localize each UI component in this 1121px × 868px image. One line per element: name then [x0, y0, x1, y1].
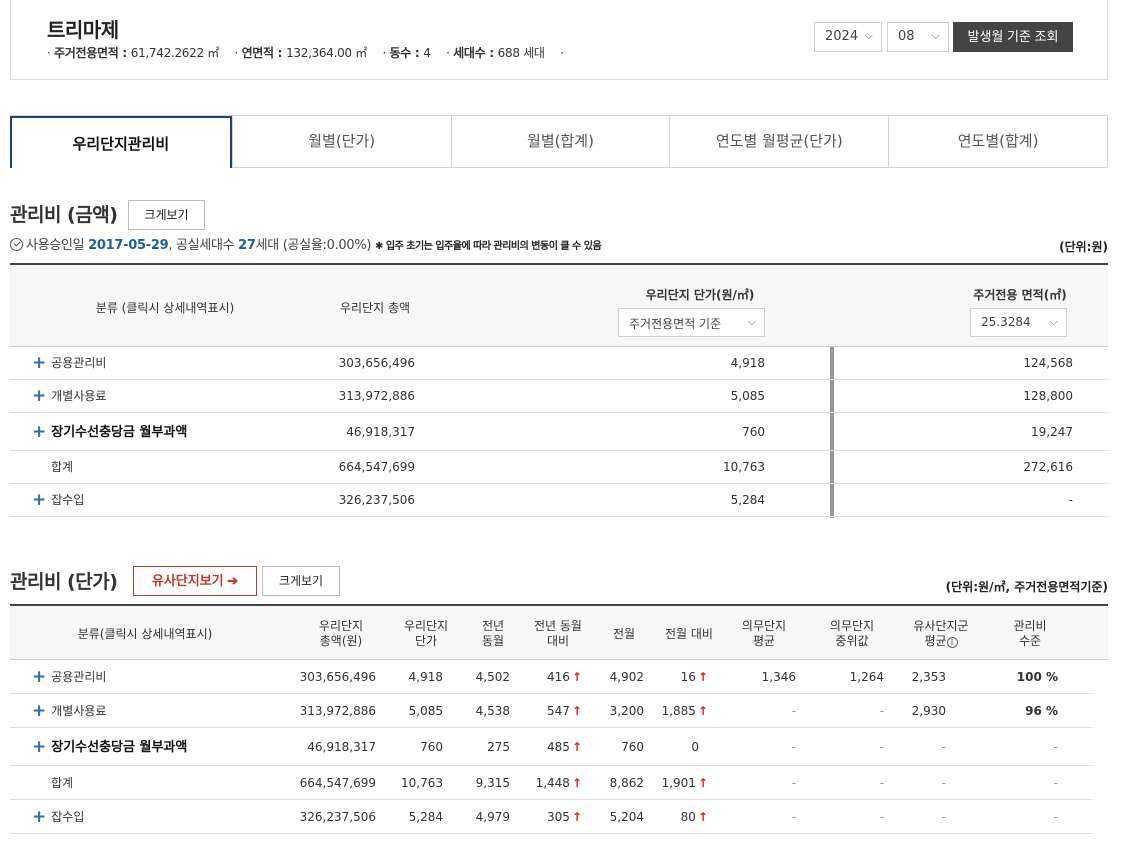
chevron-down-icon: ⌵: [747, 315, 756, 328]
enlarge-button-2[interactable]: 크게보기: [262, 566, 340, 596]
tab-yearly-total[interactable]: 연도별(합계): [888, 116, 1107, 168]
expand-plus-icon[interactable]: +: [32, 490, 46, 510]
chevron-down-icon: ⌵: [864, 29, 873, 42]
arrow-up-icon: ↑: [697, 670, 708, 684]
expand-plus-icon[interactable]: +: [32, 422, 46, 442]
expand-plus-icon[interactable]: +: [32, 667, 46, 687]
arrow-up-icon: ↑: [697, 776, 708, 790]
expand-plus-icon[interactable]: +: [32, 737, 46, 757]
tab-monthly-unit[interactable]: 월별(단가): [231, 116, 451, 168]
info-icon[interactable]: i: [946, 637, 958, 648]
chevron-down-icon: ⌵: [1049, 315, 1058, 328]
arrow-up-icon: ↑: [571, 670, 582, 684]
tab-yearly-avg-unit[interactable]: 연도별 월평균(단가): [669, 116, 889, 168]
arrow-up-icon: ↑: [571, 740, 582, 754]
apartment-info: · 주거전용면적 : 61,742.2622 ㎡ · 연면적 : 132,364…: [47, 46, 564, 60]
enlarge-button[interactable]: 크게보기: [128, 200, 205, 230]
tab-our-complex-fee[interactable]: 우리단지관리비: [10, 116, 232, 168]
notice-text: ✱ 입주 초기는 입주율에 따라 관리비의 변동이 클 수 있음: [375, 241, 602, 252]
table-row[interactable]: + 장기수선충당금 월부과액 46,918,317 760 19,247: [10, 413, 1108, 451]
unit-label: (단위:원): [1059, 240, 1108, 254]
table-header: 분류 (클릭시 상세내역표시) 우리단지 총액 우리단지 단가(원/㎡) 주거전…: [10, 263, 1108, 347]
table-row[interactable]: + 공용관리비 303,656,496 4,918 124,568: [10, 347, 1108, 380]
arrow-up-icon: ↑: [697, 704, 708, 718]
table-row[interactable]: + 잡수입 326,237,506 5,284 4,979 305 ↑ 5,204 …: [10, 800, 1092, 834]
section-title-amount: 관리비 (금액): [10, 204, 118, 226]
table-row-total: 합계 664,547,699 10,763 272,616: [10, 451, 1108, 484]
arrow-up-icon: ↑: [571, 810, 582, 824]
tab-monthly-total[interactable]: 월별(합계): [450, 116, 670, 168]
unit-label-2: (단위:원/㎡, 주거전용면적기준): [945, 580, 1108, 594]
expand-plus-icon[interactable]: +: [32, 807, 46, 827]
year-select[interactable]: 2024 ⌵: [814, 22, 882, 52]
arrow-up-icon: ↑: [697, 810, 708, 824]
expand-plus-icon[interactable]: +: [32, 701, 46, 721]
arrow-up-icon: ↑: [571, 704, 582, 718]
chevron-down-icon: ⌵: [931, 29, 940, 42]
apartment-header: 트리마제 · 주거전용면적 : 61,742.2622 ㎡ · 연면적 : 13…: [10, 0, 1108, 80]
area-select[interactable]: 25.3284 ⌵: [970, 308, 1067, 337]
table-row[interactable]: + 개별사용료 313,972,886 5,085 128,800: [10, 380, 1108, 413]
search-button[interactable]: 발생월 기준 조회: [953, 22, 1073, 52]
tab-bar: 우리단지관리비 월별(단가) 월별(합계) 연도별 월평균(단가) 연도별(합계…: [10, 115, 1108, 168]
table-row[interactable]: + 잡수입 326,237,506 5,284 -: [10, 484, 1108, 517]
table-header: 분류(클릭시 상세내역표시) 우리단지 총액(원) 우리단지 단가 전년 동월 전년 …: [10, 604, 1108, 660]
unit-price-table: 분류(클릭시 상세내역표시) 우리단지 총액(원) 우리단지 단가 전년 동월 전년 …: [10, 604, 1108, 834]
check-circle-icon: [10, 238, 23, 251]
similar-complex-button[interactable]: 유사단지보기 ➔: [133, 566, 257, 596]
expand-plus-icon[interactable]: +: [32, 353, 46, 373]
expand-plus-icon[interactable]: +: [32, 386, 46, 406]
table-row[interactable]: + 장기수선충당금 월부과액 46,918,317 760 275 485 ↑ 76…: [10, 728, 1092, 766]
section-title-unit-price: 관리비 (단가): [10, 571, 118, 593]
table-row[interactable]: + 공용관리비 303,656,496 4,918 4,502 416 ↑ 4,90…: [10, 660, 1092, 694]
amount-table: 분류 (클릭시 상세내역표시) 우리단지 총액 우리단지 단가(원/㎡) 주거전…: [10, 263, 1108, 518]
table-row-total: 합계 664,547,699 10,763 9,315 1,448 ↑ 8,862…: [10, 766, 1092, 800]
unit-price-basis-select[interactable]: 주거전용면적 기준 ⌵: [618, 308, 765, 337]
apartment-name: 트리마제: [47, 18, 119, 42]
approval-info: 사용승인일 2017-05-29, 공실세대수 27세대 (공실율:0.00%)…: [10, 234, 602, 253]
month-select[interactable]: 08 ⌵: [887, 22, 949, 52]
table-row[interactable]: + 개별사용료 313,972,886 5,085 4,538 547 ↑ 3,20…: [10, 694, 1092, 728]
arrow-up-icon: ↑: [571, 776, 582, 790]
